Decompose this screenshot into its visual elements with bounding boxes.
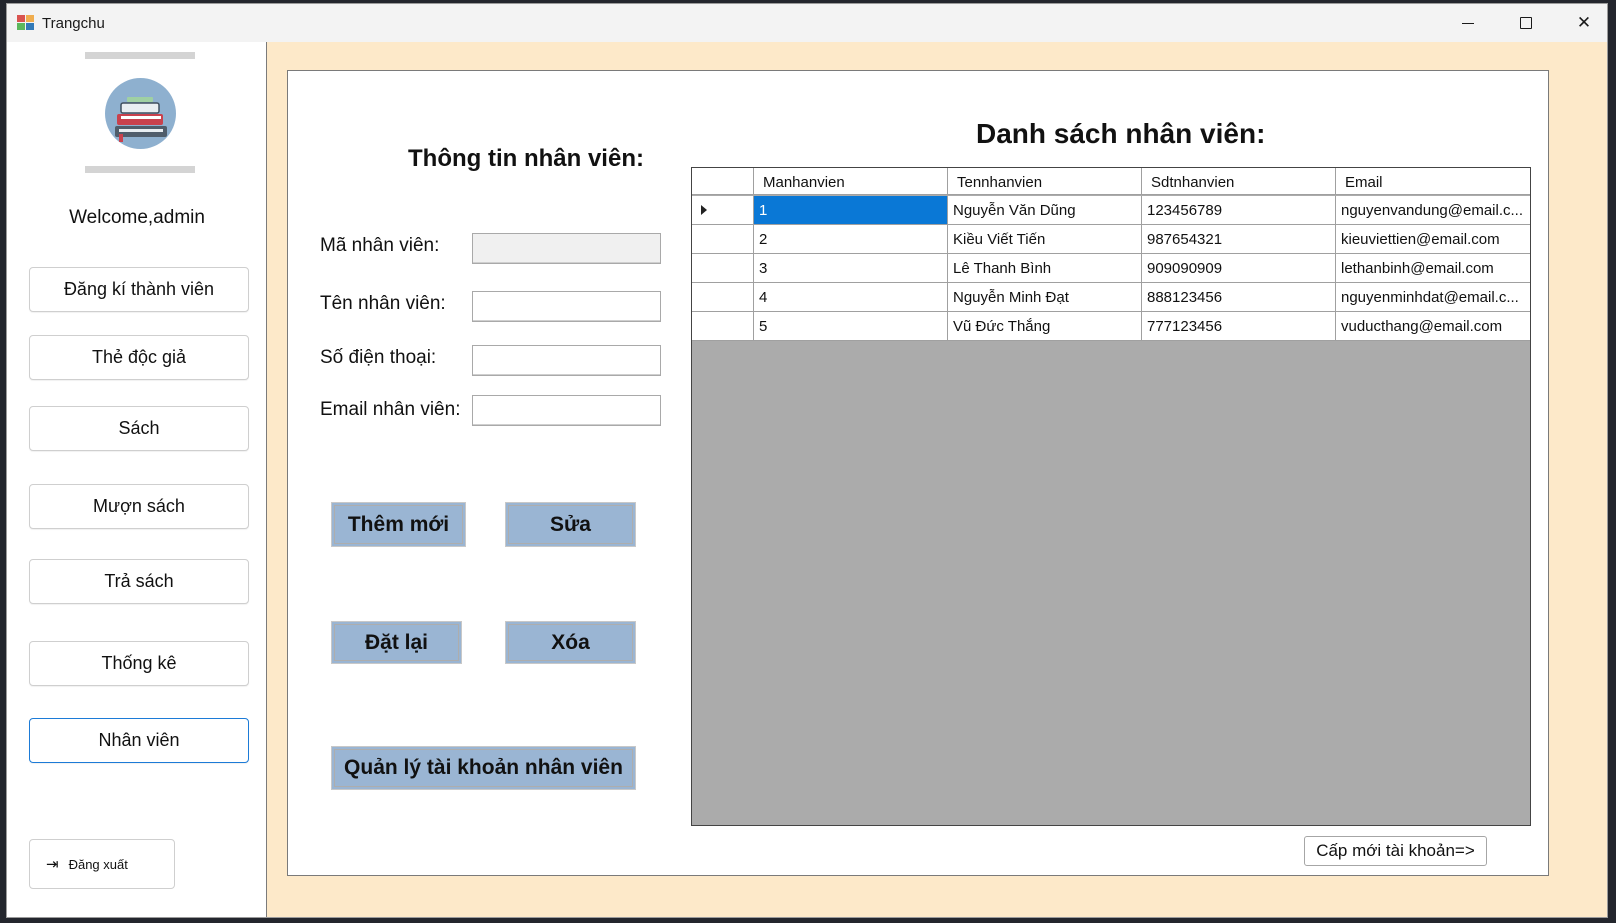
- grid-header: Manhanvien Tennhanvien Sdtnhanvien Email: [692, 168, 1530, 195]
- column-header-manhanvien[interactable]: Manhanvien: [754, 168, 948, 195]
- phone-label: Số điện thoại:: [320, 347, 437, 368]
- cell-tennhanvien[interactable]: Nguyễn Văn Dũng: [948, 196, 1142, 224]
- cell-tennhanvien[interactable]: Lê Thanh Bình: [948, 254, 1142, 282]
- edit-button[interactable]: Sửa: [505, 502, 636, 547]
- minimize-icon: [1462, 22, 1474, 24]
- employee-grid[interactable]: Manhanvien Tennhanvien Sdtnhanvien Email…: [691, 167, 1531, 826]
- cell-email[interactable]: nguyenvandung@email.c...: [1336, 196, 1530, 224]
- cell-sdtnhanvien[interactable]: 888123456: [1142, 283, 1336, 311]
- close-icon: ✕: [1576, 13, 1592, 32]
- books-logo-icon: [105, 78, 176, 149]
- maximize-button[interactable]: [1497, 4, 1555, 42]
- logout-button[interactable]: ⇥ Đăng xuất: [29, 839, 175, 889]
- column-header-tennhanvien[interactable]: Tennhanvien: [948, 168, 1142, 195]
- table-row[interactable]: 5 Vũ Đức Thắng 777123456 vuducthang@emai…: [692, 312, 1530, 341]
- row-header-corner: [692, 168, 754, 195]
- row-header[interactable]: [692, 312, 754, 340]
- nav-register-member-button[interactable]: Đăng kí thành viên: [29, 267, 249, 312]
- cell-sdtnhanvien[interactable]: 777123456: [1142, 312, 1336, 340]
- grant-new-account-button[interactable]: Cấp mới tài khoản=>: [1304, 836, 1487, 866]
- cell-tennhanvien[interactable]: Vũ Đức Thắng: [948, 312, 1142, 340]
- add-button[interactable]: Thêm mới: [331, 502, 466, 547]
- form-title: Thông tin nhân viên:: [408, 145, 644, 172]
- cell-sdtnhanvien[interactable]: 909090909: [1142, 254, 1336, 282]
- nav-borrow-book-button[interactable]: Mượn sách: [29, 484, 249, 529]
- employee-name-field[interactable]: [472, 291, 661, 322]
- cell-email[interactable]: lethanbinh@email.com: [1336, 254, 1530, 282]
- minimize-button[interactable]: [1439, 4, 1497, 42]
- email-field[interactable]: [472, 395, 661, 426]
- nav-return-book-button[interactable]: Trả sách: [29, 559, 249, 604]
- cell-manhanvien[interactable]: 4: [754, 283, 948, 311]
- cell-email[interactable]: kieuviettien@email.com: [1336, 225, 1530, 253]
- app-window: Trangchu ✕ Welcome,admin Đăng kí thành v…: [6, 3, 1608, 918]
- cell-sdtnhanvien[interactable]: 987654321: [1142, 225, 1336, 253]
- employee-name-label: Tên nhân viên:: [320, 293, 446, 314]
- nav-employees-button[interactable]: Nhân viên: [29, 718, 249, 763]
- nav-reader-card-button[interactable]: Thẻ độc giả: [29, 335, 249, 380]
- title-bar: Trangchu ✕: [7, 4, 1607, 42]
- employee-list-title: Danh sách nhân viên:: [976, 118, 1266, 149]
- cell-manhanvien[interactable]: 5: [754, 312, 948, 340]
- maximize-icon: [1520, 17, 1532, 29]
- cell-tennhanvien[interactable]: Nguyễn Minh Đạt: [948, 283, 1142, 311]
- delete-button[interactable]: Xóa: [505, 621, 636, 664]
- row-header[interactable]: [692, 196, 754, 224]
- table-row[interactable]: 1 Nguyễn Văn Dũng 123456789 nguyenvandun…: [692, 196, 1530, 225]
- employee-id-field[interactable]: [472, 233, 661, 264]
- table-row[interactable]: 3 Lê Thanh Bình 909090909 lethanbinh@ema…: [692, 254, 1530, 283]
- cell-email[interactable]: vuducthang@email.com: [1336, 312, 1530, 340]
- manage-accounts-button[interactable]: Quản lý tài khoản nhân viên: [331, 746, 636, 790]
- logout-icon: ⇥: [46, 856, 59, 873]
- cell-tennhanvien[interactable]: Kiều Viết Tiến: [948, 225, 1142, 253]
- cell-manhanvien[interactable]: 1: [754, 196, 948, 224]
- employee-id-label: Mã nhân viên:: [320, 235, 440, 256]
- row-header[interactable]: [692, 283, 754, 311]
- logo-divider-bottom: [85, 166, 195, 173]
- logout-label: Đăng xuất: [68, 856, 128, 872]
- row-header[interactable]: [692, 225, 754, 253]
- table-row[interactable]: 2 Kiều Viết Tiến 987654321 kieuviettien@…: [692, 225, 1530, 254]
- cell-sdtnhanvien[interactable]: 123456789: [1142, 196, 1336, 224]
- logo-divider-top: [85, 52, 195, 59]
- cell-manhanvien[interactable]: 3: [754, 254, 948, 282]
- cell-manhanvien[interactable]: 2: [754, 225, 948, 253]
- window-title: Trangchu: [42, 15, 105, 32]
- sidebar: Welcome,admin Đăng kí thành viên Thẻ độc…: [7, 42, 267, 917]
- column-header-sdtnhanvien[interactable]: Sdtnhanvien: [1142, 168, 1336, 195]
- phone-field[interactable]: [472, 345, 661, 376]
- email-label: Email nhân viên:: [320, 399, 461, 420]
- table-row[interactable]: 4 Nguyễn Minh Đạt 888123456 nguyenminhda…: [692, 283, 1530, 312]
- app-icon: [17, 15, 34, 31]
- reset-button[interactable]: Đặt lại: [331, 621, 462, 664]
- row-header[interactable]: [692, 254, 754, 282]
- nav-statistics-button[interactable]: Thống kê: [29, 641, 249, 686]
- cell-email[interactable]: nguyenminhdat@email.c...: [1336, 283, 1530, 311]
- main-panel: Thông tin nhân viên: Mã nhân viên: Tên n…: [287, 70, 1549, 876]
- nav-books-button[interactable]: Sách: [29, 406, 249, 451]
- close-button[interactable]: ✕: [1555, 4, 1607, 42]
- column-header-email[interactable]: Email: [1336, 168, 1530, 195]
- welcome-text: Welcome,admin: [69, 207, 205, 228]
- current-row-arrow-icon: [701, 205, 707, 215]
